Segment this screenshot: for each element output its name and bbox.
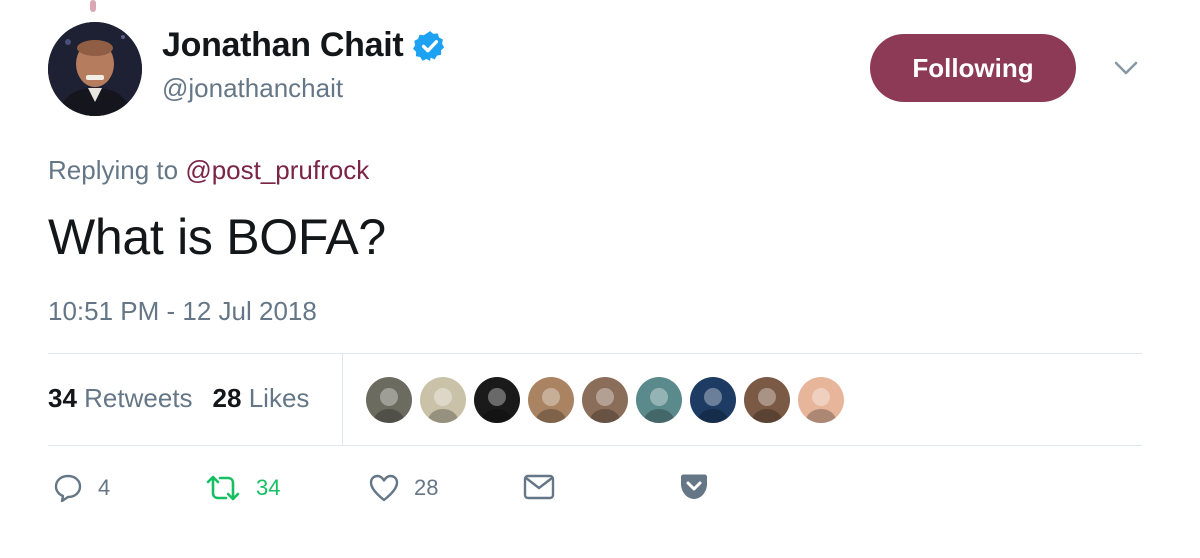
thread-connector-line [90,0,96,12]
heart-icon [369,474,399,502]
retweet-action[interactable]: 34 [204,472,280,504]
reply-action[interactable]: 4 [52,472,110,504]
direct-message-action[interactable] [522,472,556,502]
author-display-name[interactable]: Jonathan Chait [162,26,404,65]
reply-mention-link[interactable]: @post_prufrock [185,155,369,185]
author-handle[interactable]: @jonathanchait [162,73,447,104]
likes-count: 28 [212,383,242,413]
pocket-action[interactable] [678,472,710,502]
author-photo-icon [48,22,142,116]
liker-avatars [366,377,844,423]
likes-stat[interactable]: 28 Likes [213,383,310,414]
replying-to-line: Replying to @post_prufrock [48,155,369,186]
retweet-icon [206,475,240,501]
author-name-block: Jonathan Chait @jonathanchait [162,26,447,104]
liker-avatar-8[interactable] [744,377,790,423]
stats-bottom-divider [48,445,1142,446]
following-button[interactable]: Following [870,34,1076,102]
liker-avatar-5[interactable] [582,377,628,423]
liker-avatar-2[interactable] [420,377,466,423]
engagement-stats: 34 Retweets 28 Likes [48,383,309,414]
retweets-count: 34 [48,383,77,413]
tweet-text: What is BOFA? [48,209,386,265]
liker-avatar-1[interactable] [366,377,412,423]
like-count: 28 [414,475,439,500]
replying-to-label: Replying to [48,155,179,185]
retweets-stat[interactable]: 34 Retweets [48,383,193,414]
retweet-count: 34 [256,475,281,500]
author-avatar[interactable] [48,22,142,116]
verified-badge-icon [413,30,445,61]
liker-avatar-9[interactable] [798,377,844,423]
tweet-actions-bar: 4 34 28 [52,472,752,512]
reply-count: 4 [98,475,111,500]
stats-top-divider [48,353,1142,354]
stats-vertical-divider [342,354,343,445]
liker-avatar-7[interactable] [690,377,736,423]
tweet-timestamp[interactable]: 10:51 PM - 12 Jul 2018 [48,296,317,327]
likes-label: Likes [248,383,310,413]
liker-avatar-6[interactable] [636,377,682,423]
liker-avatar-4[interactable] [528,377,574,423]
pocket-icon [681,474,707,499]
chevron-down-icon[interactable] [1112,58,1140,78]
reply-icon [54,474,82,503]
envelope-icon [523,474,555,500]
like-action[interactable]: 28 [368,472,438,504]
retweets-label: Retweets [84,383,193,413]
liker-avatar-3[interactable] [474,377,520,423]
